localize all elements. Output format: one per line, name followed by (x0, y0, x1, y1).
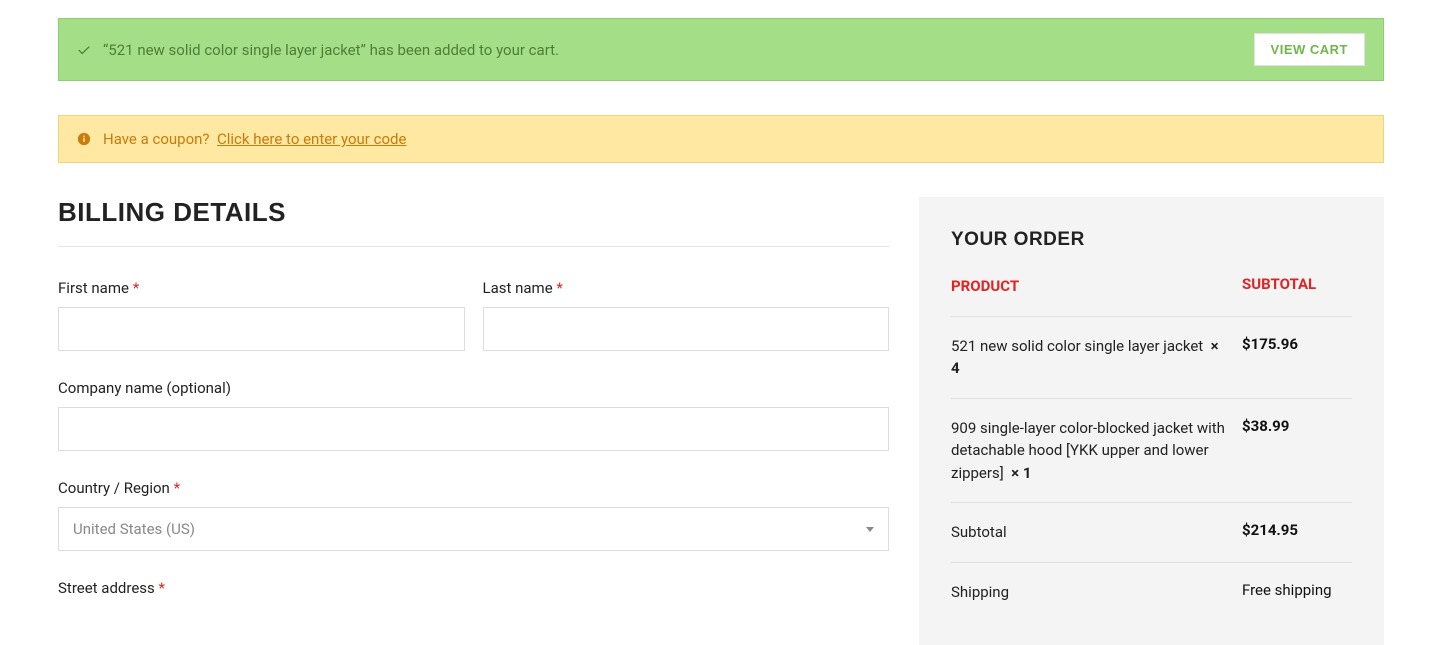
order-item-qty: × 1 (1011, 464, 1031, 482)
order-item-name: 909 single-layer color-blocked jacket wi… (951, 419, 1225, 482)
billing-details: BILLING DETAILS First name * Last name *… (58, 197, 889, 607)
last-name-label: Last name * (483, 279, 890, 297)
last-name-input[interactable] (483, 307, 890, 351)
cart-added-alert: “521 new solid color single layer jacket… (58, 18, 1384, 81)
first-name-input[interactable] (58, 307, 465, 351)
alert-success-message: “521 new solid color single layer jacket… (103, 41, 559, 59)
order-subtotal-value: $214.95 (1242, 521, 1352, 539)
country-select[interactable]: United States (US) (58, 507, 889, 551)
info-icon (77, 132, 91, 146)
order-col-subtotal: SUBTOTAL (1242, 275, 1352, 298)
country-label: Country / Region * (58, 479, 889, 497)
billing-heading: BILLING DETAILS (58, 197, 889, 247)
coupon-alert: Have a coupon? Click here to enter your … (58, 115, 1384, 163)
order-shipping-label: Shipping (951, 581, 1242, 604)
country-value: United States (US) (73, 520, 195, 538)
company-input[interactable] (58, 407, 889, 451)
company-label: Company name (optional) (58, 379, 889, 397)
coupon-link[interactable]: Click here to enter your code (217, 130, 406, 148)
check-icon (77, 43, 91, 57)
order-shipping-value: Free shipping (1242, 581, 1352, 599)
order-item-name: 521 new solid color single layer jacket (951, 337, 1203, 355)
order-heading: YOUR ORDER (951, 229, 1352, 251)
first-name-label: First name * (58, 279, 465, 297)
order-subtotal-row: Subtotal $214.95 (951, 503, 1352, 563)
order-item-subtotal: $38.99 (1242, 417, 1352, 435)
order-col-product: PRODUCT (951, 275, 1242, 298)
order-item-subtotal: $175.96 (1242, 335, 1352, 353)
order-subtotal-label: Subtotal (951, 521, 1242, 544)
order-header-row: PRODUCT SUBTOTAL (951, 275, 1352, 317)
coupon-prompt: Have a coupon? Click here to enter your … (103, 130, 406, 148)
order-shipping-row: Shipping Free shipping (951, 563, 1352, 622)
street-label: Street address * (58, 579, 889, 597)
order-item-row: 521 new solid color single layer jacket … (951, 317, 1352, 399)
order-item-row: 909 single-layer color-blocked jacket wi… (951, 399, 1352, 504)
order-summary: YOUR ORDER PRODUCT SUBTOTAL 521 new soli… (919, 197, 1384, 645)
chevron-down-icon (866, 527, 874, 532)
view-cart-button[interactable]: VIEW CART (1254, 33, 1365, 66)
